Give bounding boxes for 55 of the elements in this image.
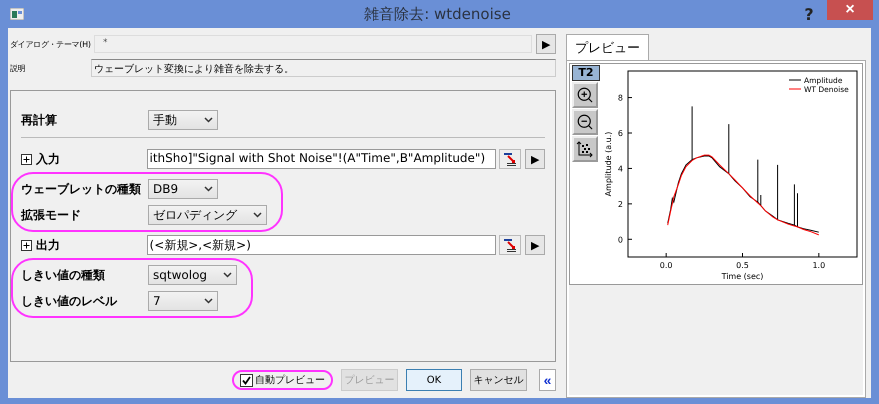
input-field[interactable]: ithSho]"Signal with Shot Noise"!(A"Time",B"Amplitude") [146,149,496,169]
help-button[interactable]: ? [791,4,827,24]
y-axis-title: Amplitude (a.u.) [604,132,613,196]
dropdown[interactable]: sqtwolog [148,265,238,285]
dropdown[interactable]: ゼロパディング [148,205,267,225]
dropdown[interactable]: 7 [148,291,218,311]
x-tick-label: 1.0 [812,261,826,270]
expand-icon[interactable] [21,154,32,164]
dialog-button[interactable]: キャンセル [470,369,527,391]
zoom-in-icon [576,86,594,104]
collapse-button[interactable]: « [538,369,556,391]
range-select-button[interactable] [499,149,522,169]
zoom-in-button[interactable] [572,82,598,108]
theme-label: ダイアログ・テーマ(H) [10,38,90,50]
field-label: しきい値の種類 [21,266,106,284]
dialog-button[interactable]: OK [406,369,462,391]
x-tick-label: 0.0 [660,261,673,270]
preview-tab[interactable]: プレビュー [566,34,649,60]
field-label: 出力 [36,236,60,254]
x-tick-label: 0.5 [736,261,749,270]
close-button[interactable]: × [827,0,873,20]
window-title: 雑音除去: wtdenoise [363,4,512,24]
arrow-button[interactable]: ▶ [525,235,546,255]
x-axis-title: Time (sec) [722,272,764,281]
y-tick-label: 6 [618,129,623,138]
range-select-icon [503,238,518,252]
zoom-out-button[interactable] [572,109,598,135]
field-label: 入力 [36,150,60,168]
zoom-out-icon [576,113,594,131]
axes-icon [576,140,594,158]
y-tick-label: 0 [618,235,623,244]
field-label: しきい値のレベル [21,292,118,310]
theme-field[interactable]: * [94,35,532,53]
description-label: 説明 [10,62,26,74]
app-icon [10,8,24,20]
theme-menu-button[interactable]: ▶ [536,34,556,54]
range-select-button[interactable] [499,235,522,255]
rescale-button[interactable] [572,136,598,162]
y-tick-label: 2 [618,200,623,209]
dropdown[interactable]: 手動 [148,110,218,130]
auto-preview-checkbox[interactable]: 自動プレビュー [232,370,333,390]
field-label: 再計算 [21,112,58,128]
graph-tag: T2 [572,65,600,81]
field-label: 拡張モード [21,206,82,224]
y-tick-label: 8 [618,94,623,103]
expand-icon[interactable] [21,240,32,250]
checkbox[interactable] [240,374,253,386]
range-select-icon [503,152,518,166]
dropdown[interactable]: DB9 [148,179,218,199]
description-text: ウェーブレット変換により雑音を除去する。 [91,59,556,77]
field-label: ウェーブレットの種類 [21,180,142,198]
arrow-button[interactable]: ▶ [525,149,546,169]
y-tick-label: 4 [618,164,623,174]
input-field[interactable]: (<新規>,<新規>) [146,235,496,255]
check-icon [242,376,251,384]
